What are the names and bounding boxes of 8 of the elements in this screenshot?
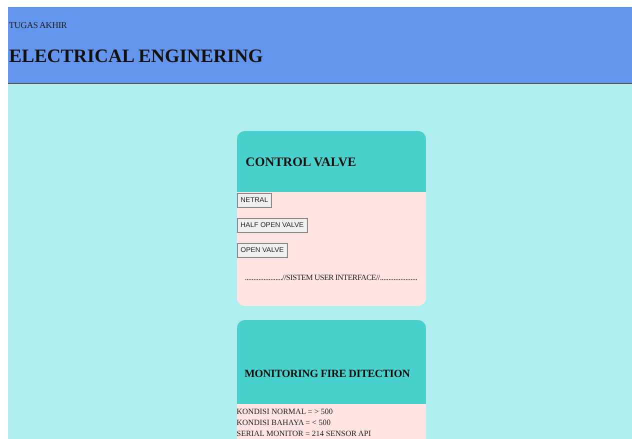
status-text: KONDISI NORMAL = > 500: [236, 406, 334, 417]
card-title: CONTROL VALVE: [246, 152, 356, 171]
footer-text: ......................//SISTEM USER INTERFACE//......................: [244, 272, 418, 284]
header-subtitle: TUGAS AKHIR: [9, 21, 68, 30]
header-title: ELECTRICAL ENGINERING: [9, 47, 264, 66]
card-title: MONITORING FIRE DITECTION: [244, 366, 410, 382]
status-text: SERIAL MONITOR = 214 SENSOR API: [236, 428, 372, 439]
status-text: KONDISI BAHAYA = < 500: [236, 417, 332, 428]
